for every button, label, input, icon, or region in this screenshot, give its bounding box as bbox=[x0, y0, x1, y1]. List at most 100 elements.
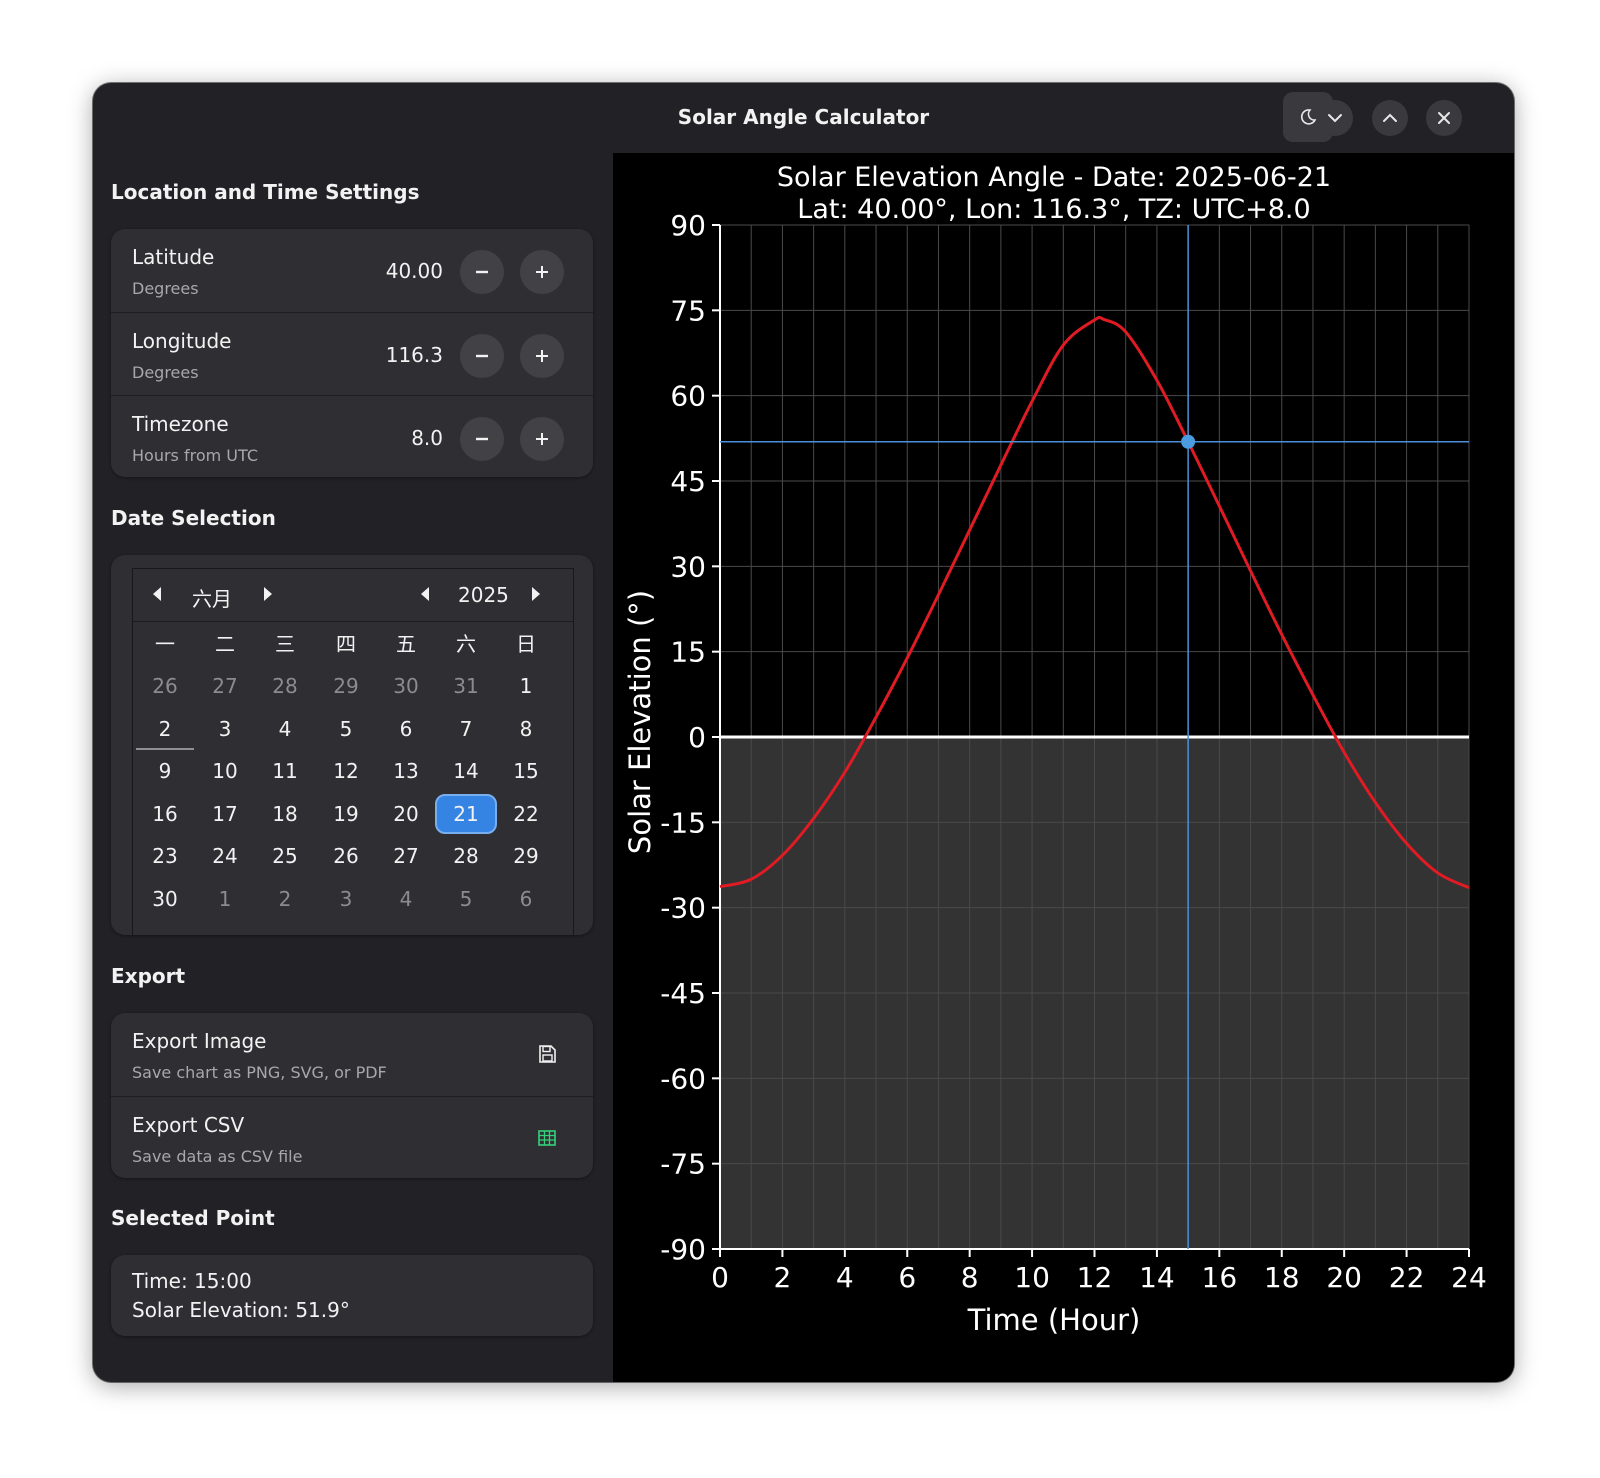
export-csv-label: Export CSV bbox=[132, 1113, 245, 1137]
calendar-day[interactable]: 11 bbox=[254, 751, 316, 791]
export-csv-row[interactable]: Export CSV Save data as CSV file bbox=[111, 1096, 593, 1178]
calendar-day[interactable]: 27 bbox=[375, 836, 437, 876]
y-tick-label: -45 bbox=[660, 977, 706, 1010]
y-axis-label: Solar Elevation (°) bbox=[623, 590, 657, 854]
export-image-row[interactable]: Export Image Save chart as PNG, SVG, or … bbox=[111, 1013, 593, 1097]
prev-month-arrow-icon[interactable] bbox=[153, 587, 161, 601]
timezone-value[interactable]: 8.0 bbox=[411, 426, 443, 450]
calendar-day[interactable]: 6 bbox=[375, 709, 437, 749]
chevron-up-icon bbox=[1383, 113, 1397, 122]
latitude-increment-button[interactable] bbox=[520, 250, 564, 294]
calendar-day[interactable]: 27 bbox=[194, 666, 256, 706]
calendar-day[interactable]: 1 bbox=[495, 666, 557, 706]
calendar-day[interactable]: 2 bbox=[254, 879, 316, 919]
timezone-increment-button[interactable] bbox=[520, 417, 564, 461]
calendar-day[interactable]: 4 bbox=[254, 709, 316, 749]
calendar-day[interactable]: 23 bbox=[134, 836, 196, 876]
title-bar: Solar Angle Calculator bbox=[93, 83, 1514, 153]
y-tick-label: 90 bbox=[670, 209, 706, 242]
next-year-arrow-icon[interactable] bbox=[532, 587, 540, 601]
calendar-day[interactable]: 21 bbox=[435, 793, 497, 834]
minimize-button[interactable] bbox=[1317, 100, 1353, 136]
calendar-day[interactable]: 25 bbox=[254, 836, 316, 876]
calendar-day[interactable]: 14 bbox=[435, 751, 497, 791]
calendar-day[interactable]: 16 bbox=[134, 794, 196, 834]
calendar-day[interactable]: 1 bbox=[194, 879, 256, 919]
prev-year-arrow-icon[interactable] bbox=[421, 587, 429, 601]
y-tick-label: 45 bbox=[670, 465, 706, 498]
weekday-header: 六 bbox=[456, 632, 476, 656]
latitude-label: Latitude bbox=[132, 245, 215, 269]
calendar-day[interactable]: 8 bbox=[495, 709, 557, 749]
calendar-day[interactable]: 22 bbox=[495, 794, 557, 834]
calendar-day[interactable]: 5 bbox=[435, 879, 497, 919]
plus-icon bbox=[536, 350, 548, 362]
longitude-row: Longitude Degrees 116.3 bbox=[111, 312, 593, 397]
weekday-header: 二 bbox=[215, 632, 235, 656]
latitude-value[interactable]: 40.00 bbox=[386, 259, 443, 283]
calendar-day[interactable]: 29 bbox=[495, 836, 557, 876]
x-tick-label: 12 bbox=[1077, 1261, 1113, 1294]
calendar-day[interactable]: 26 bbox=[315, 836, 377, 876]
elevation-chart[interactable]: 9075604530150-15-30-45-60-75-900 2 4 6 8 10 12… bbox=[613, 153, 1514, 1382]
calendar-day[interactable]: 12 bbox=[315, 751, 377, 791]
calendar-day[interactable]: 26 bbox=[134, 666, 196, 706]
calendar-day[interactable]: 13 bbox=[375, 751, 437, 791]
calendar-day[interactable]: 10 bbox=[194, 751, 256, 791]
calendar-day[interactable]: 28 bbox=[435, 836, 497, 876]
chart-panel[interactable]: 90 75 60 45 30 15 0 -15 -30 -45 -60 -75 -90 0 2 4 6 8 10 12… bbox=[613, 153, 1514, 1382]
longitude-increment-button[interactable] bbox=[520, 334, 564, 378]
calendar-day[interactable]: 7 bbox=[435, 709, 497, 749]
calendar-day[interactable]: 17 bbox=[194, 794, 256, 834]
calendar-day[interactable]: 24 bbox=[194, 836, 256, 876]
timezone-row: Timezone Hours from UTC 8.0 bbox=[111, 395, 593, 477]
calendar-day[interactable]: 19 bbox=[315, 794, 377, 834]
longitude-decrement-button[interactable] bbox=[460, 334, 504, 378]
calendar-day[interactable]: 2 bbox=[134, 709, 196, 750]
timezone-decrement-button[interactable] bbox=[460, 417, 504, 461]
calendar-day[interactable]: 9 bbox=[134, 751, 196, 791]
calendar-day[interactable]: 3 bbox=[194, 709, 256, 749]
latitude-decrement-button[interactable] bbox=[460, 250, 504, 294]
latitude-unit: Degrees bbox=[132, 279, 199, 298]
calendar-day[interactable]: 15 bbox=[495, 751, 557, 791]
calendar-day[interactable]: 30 bbox=[134, 879, 196, 919]
y-tick-label: 15 bbox=[670, 636, 706, 669]
minus-icon bbox=[476, 354, 488, 358]
timezone-label: Timezone bbox=[132, 412, 229, 436]
calendar-day[interactable]: 5 bbox=[315, 709, 377, 749]
selected-elevation: Solar Elevation: 51.9° bbox=[132, 1298, 350, 1322]
x-tick-label: 18 bbox=[1264, 1261, 1300, 1294]
save-icon bbox=[539, 1045, 556, 1063]
calendar-day[interactable]: 31 bbox=[435, 666, 497, 706]
x-axis-label: Time (Hour) bbox=[967, 1303, 1141, 1337]
longitude-value[interactable]: 116.3 bbox=[386, 343, 443, 367]
calendar-day[interactable]: 18 bbox=[254, 794, 316, 834]
calendar-day[interactable]: 30 bbox=[375, 666, 437, 706]
maximize-button[interactable] bbox=[1372, 100, 1408, 136]
calendar-header: 六月 2025 bbox=[133, 569, 573, 622]
chevron-down-icon bbox=[1328, 114, 1342, 123]
y-tick-label: 0 bbox=[688, 721, 706, 754]
section-title-selected: Selected Point bbox=[111, 1206, 275, 1230]
x-tick-label: 4 bbox=[836, 1261, 854, 1294]
calendar-day[interactable]: 3 bbox=[315, 879, 377, 919]
close-button[interactable] bbox=[1426, 100, 1462, 136]
x-tick-label: 10 bbox=[1014, 1261, 1050, 1294]
calendar-day[interactable]: 4 bbox=[375, 879, 437, 919]
weekday-header: 一 bbox=[155, 632, 175, 656]
selected-time: Time: 15:00 bbox=[132, 1269, 252, 1293]
calendar-day[interactable]: 6 bbox=[495, 879, 557, 919]
x-tick-label: 8 bbox=[961, 1261, 979, 1294]
moon-icon bbox=[1300, 109, 1317, 125]
calendar-day[interactable]: 29 bbox=[315, 666, 377, 706]
y-tick-label: 60 bbox=[670, 380, 706, 413]
x-tick-label: 20 bbox=[1326, 1261, 1362, 1294]
calendar-month: 六月 bbox=[192, 587, 232, 611]
y-tick-label: 30 bbox=[670, 550, 706, 583]
calendar-day[interactable]: 20 bbox=[375, 794, 437, 834]
calendar-day[interactable]: 28 bbox=[254, 666, 316, 706]
next-month-arrow-icon[interactable] bbox=[264, 587, 272, 601]
latitude-row: Latitude Degrees 40.00 bbox=[111, 229, 593, 313]
chart-title: Solar Elevation Angle - Date: 2025-06-21 bbox=[777, 162, 1331, 193]
